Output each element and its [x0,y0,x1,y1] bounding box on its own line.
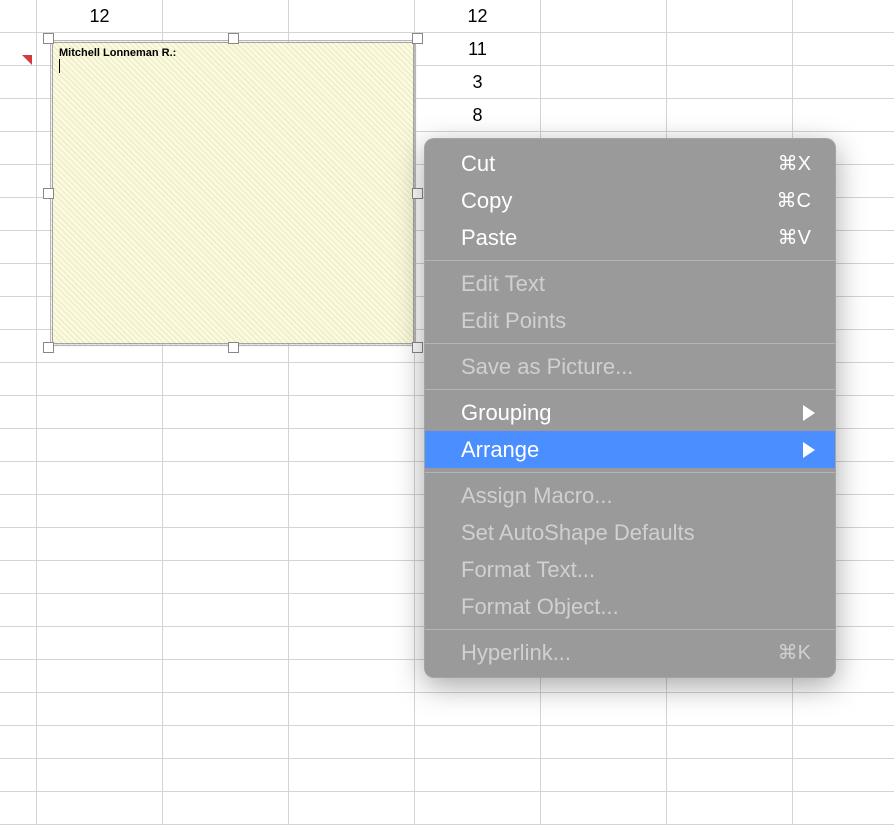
menu-item-paste[interactable]: Paste ⌘V [425,219,835,256]
cell[interactable] [0,0,37,33]
menu-item-edit-text: Edit Text [425,265,835,302]
cell[interactable] [541,66,667,99]
menu-item-arrange[interactable]: Arrange [425,431,835,468]
menu-item-label: Edit Points [461,308,566,334]
resize-handle-nw[interactable] [43,33,54,44]
resize-handle-ne[interactable] [412,33,423,44]
menu-separator [425,472,835,473]
cell[interactable] [667,99,793,132]
cell[interactable] [541,0,667,33]
cell[interactable] [163,0,289,33]
cell[interactable] [793,66,894,99]
menu-item-cut[interactable]: Cut ⌘X [425,145,835,182]
cell[interactable] [793,0,894,33]
menu-item-format-object: Format Object... [425,588,835,625]
menu-item-label: Hyperlink... [461,640,571,666]
resize-handle-n[interactable] [228,33,239,44]
menu-item-hyperlink: Hyperlink... ⌘K [425,634,835,671]
menu-item-label: Copy [461,188,512,214]
comment-content[interactable]: Mitchell Lonneman R.: [52,42,414,344]
menu-item-shortcut: ⌘X [778,151,811,176]
menu-item-label: Set AutoShape Defaults [461,520,695,546]
resize-handle-sw[interactable] [43,342,54,353]
menu-item-label: Edit Text [461,271,545,297]
submenu-arrow-icon [803,442,815,458]
menu-item-assign-macro: Assign Macro... [425,477,835,514]
menu-item-label: Cut [461,151,495,177]
menu-item-save-as-picture: Save as Picture... [425,348,835,385]
menu-item-grouping[interactable]: Grouping [425,394,835,431]
resize-handle-se[interactable] [412,342,423,353]
menu-separator [425,260,835,261]
menu-item-label: Grouping [461,400,552,426]
menu-item-label: Format Object... [461,594,619,620]
cell[interactable]: 12 [415,0,541,33]
menu-item-edit-points: Edit Points [425,302,835,339]
menu-item-label: Assign Macro... [461,483,613,509]
menu-item-copy[interactable]: Copy ⌘C [425,182,835,219]
submenu-arrow-icon [803,405,815,421]
resize-handle-e[interactable] [412,188,423,199]
menu-item-shortcut: ⌘K [778,640,811,665]
menu-item-label: Format Text... [461,557,595,583]
menu-separator [425,343,835,344]
menu-separator [425,629,835,630]
comment-box[interactable]: Mitchell Lonneman R.: [48,38,418,348]
cell[interactable]: 11 [415,33,541,66]
cell[interactable]: 3 [415,66,541,99]
menu-item-label: Arrange [461,437,539,463]
cell[interactable] [0,99,37,132]
cell[interactable] [541,99,667,132]
comment-author-label: Mitchell Lonneman R.: [53,43,413,61]
cell[interactable]: 12 [37,0,163,33]
cell[interactable]: 8 [415,99,541,132]
menu-item-shortcut: ⌘V [778,225,811,250]
cell[interactable] [793,33,894,66]
menu-item-label: Save as Picture... [461,354,633,380]
context-menu: Cut ⌘X Copy ⌘C Paste ⌘V Edit Text Edit P… [424,138,836,678]
menu-item-format-text: Format Text... [425,551,835,588]
cell[interactable] [289,0,415,33]
cell[interactable] [0,66,37,99]
comment-indicator-icon [22,55,32,65]
resize-handle-w[interactable] [43,188,54,199]
cell[interactable] [793,99,894,132]
cell[interactable] [667,33,793,66]
cell[interactable] [541,33,667,66]
cell[interactable] [667,0,793,33]
menu-item-label: Paste [461,225,517,251]
resize-handle-s[interactable] [228,342,239,353]
menu-item-set-autoshape-defaults: Set AutoShape Defaults [425,514,835,551]
menu-item-shortcut: ⌘C [777,188,811,213]
text-cursor [59,59,60,73]
grid-row: 12 12 [0,0,894,33]
menu-separator [425,389,835,390]
cell[interactable] [667,66,793,99]
